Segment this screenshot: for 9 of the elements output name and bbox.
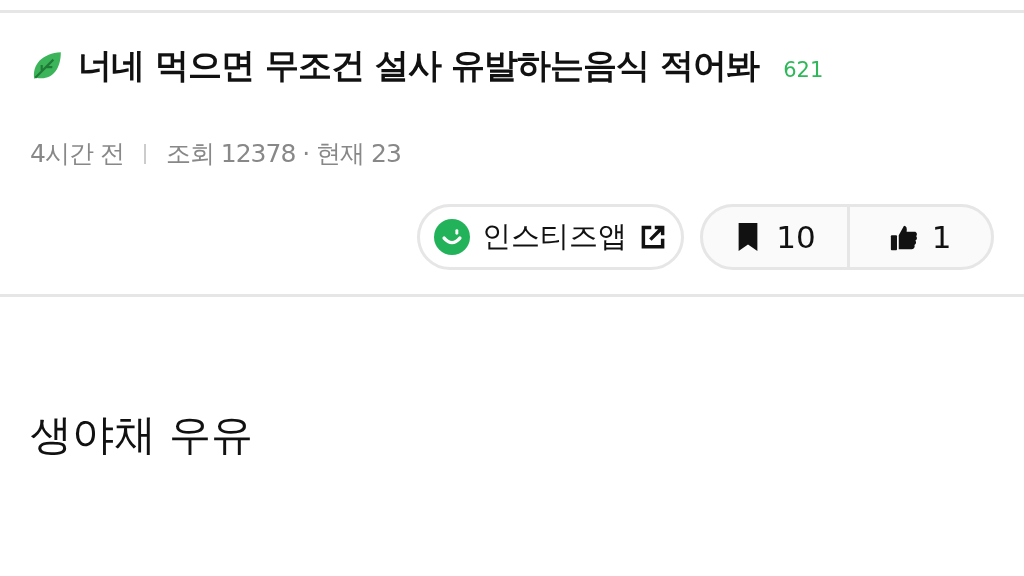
like-button[interactable]: 1 bbox=[847, 207, 991, 267]
post-time: 4시간 전 bbox=[30, 138, 124, 170]
post-body: 생야채 우유 bbox=[29, 409, 255, 461]
post-title: 너네 먹으면 무조건 설사 유발하는음식 적어봐 bbox=[78, 44, 760, 87]
bookmark-button[interactable]: 10 bbox=[703, 207, 847, 267]
app-button[interactable]: 인스티즈앱 bbox=[417, 204, 684, 270]
view-count: 조회 12378 · 현재 23 bbox=[165, 138, 401, 170]
comment-count: 621 bbox=[783, 58, 824, 82]
smiley-icon bbox=[434, 219, 470, 255]
